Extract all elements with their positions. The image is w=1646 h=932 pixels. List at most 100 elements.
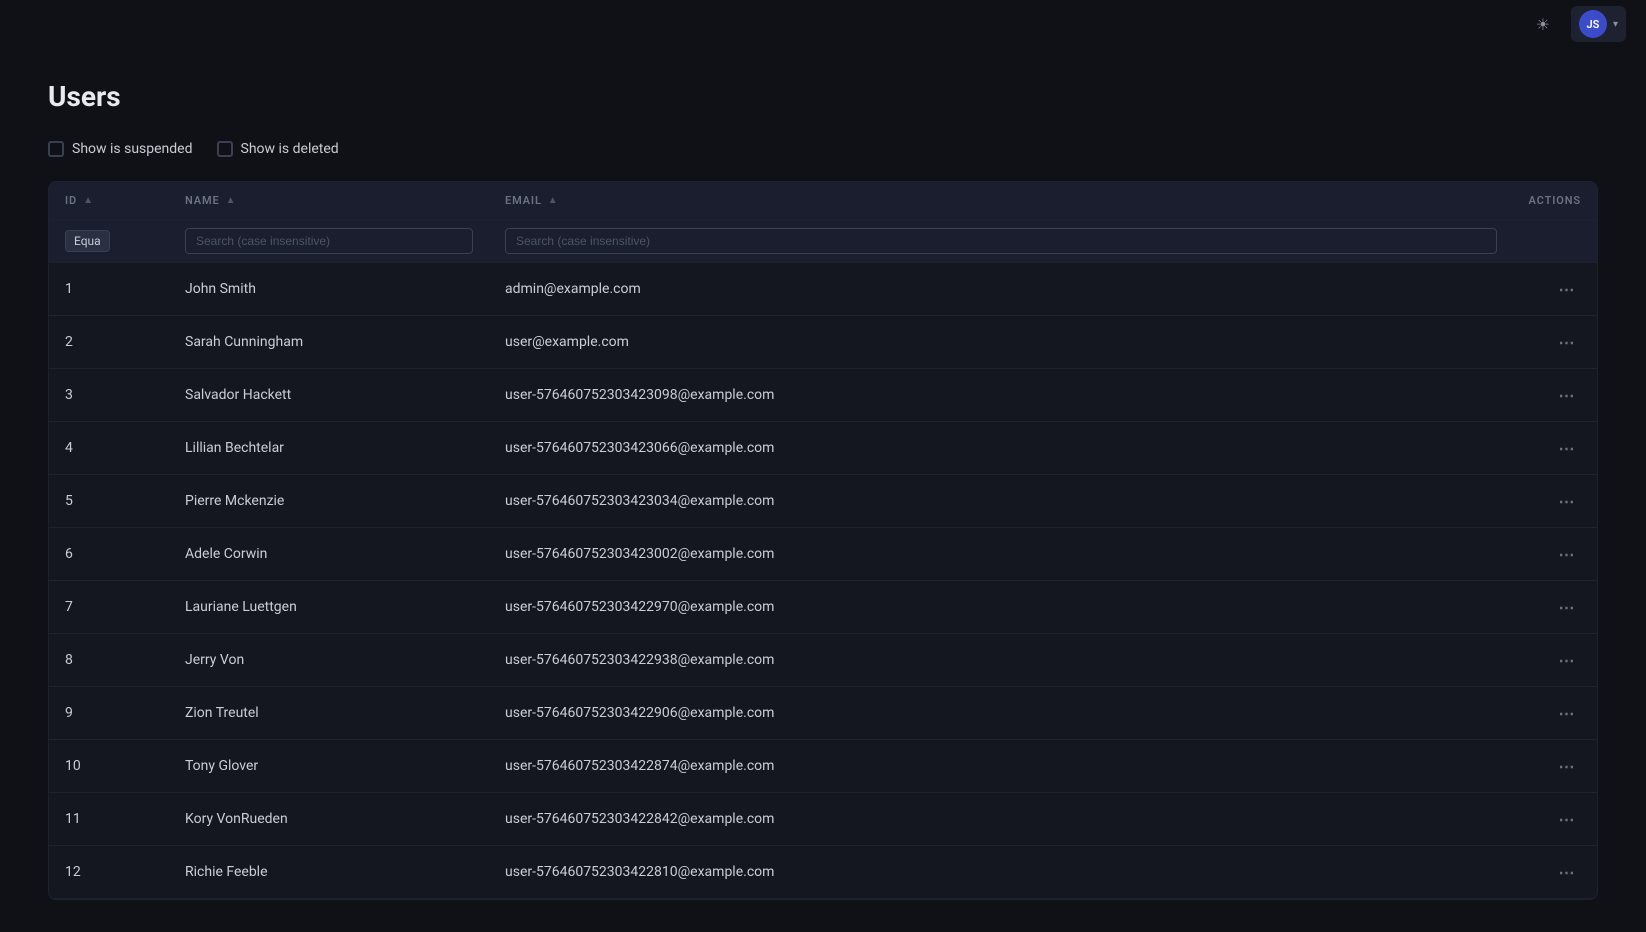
name-sort-icon: ▲ bbox=[226, 195, 237, 206]
id-sort-icon: ▲ bbox=[83, 195, 94, 206]
table-row: 2 Sarah Cunningham user@example.com ⋯ bbox=[49, 316, 1597, 369]
cell-id: 3 bbox=[49, 369, 169, 422]
cell-name: Zion Treutel bbox=[169, 687, 489, 740]
deleted-label: Show is deleted bbox=[241, 141, 339, 157]
show-suspended-filter[interactable]: Show is suspended bbox=[48, 141, 193, 157]
table-filter-row: Equa bbox=[49, 220, 1597, 263]
cell-id: 12 bbox=[49, 846, 169, 899]
cell-id: 11 bbox=[49, 793, 169, 846]
row-actions-button[interactable]: ⋯ bbox=[1553, 381, 1581, 409]
cell-actions: ⋯ bbox=[1513, 263, 1597, 316]
row-actions-button[interactable]: ⋯ bbox=[1553, 646, 1581, 674]
page-title: Users bbox=[48, 80, 1598, 113]
id-filter-badge[interactable]: Equa bbox=[65, 230, 110, 252]
cell-email: user@example.com bbox=[489, 316, 1513, 369]
cell-actions: ⋯ bbox=[1513, 422, 1597, 475]
cell-actions: ⋯ bbox=[1513, 369, 1597, 422]
filters-row: Show is suspended Show is deleted bbox=[48, 141, 1598, 157]
cell-name: Lauriane Luettgen bbox=[169, 581, 489, 634]
cell-email: user-576460752303423034@example.com bbox=[489, 475, 1513, 528]
cell-name: Kory VonRueden bbox=[169, 793, 489, 846]
users-table: ID ▲ NAME ▲ EMAIL ▲ bbox=[49, 182, 1597, 899]
table-row: 11 Kory VonRueden user-57646075230342284… bbox=[49, 793, 1597, 846]
table-row: 3 Salvador Hackett user-5764607523034230… bbox=[49, 369, 1597, 422]
row-actions-button[interactable]: ⋯ bbox=[1553, 540, 1581, 568]
cell-actions: ⋯ bbox=[1513, 316, 1597, 369]
id-filter-cell: Equa bbox=[49, 220, 169, 263]
cell-id: 8 bbox=[49, 634, 169, 687]
row-actions-button[interactable]: ⋯ bbox=[1553, 487, 1581, 515]
row-actions-button[interactable]: ⋯ bbox=[1553, 328, 1581, 356]
email-search-input[interactable] bbox=[505, 228, 1497, 254]
cell-email: admin@example.com bbox=[489, 263, 1513, 316]
cell-id: 7 bbox=[49, 581, 169, 634]
cell-id: 1 bbox=[49, 263, 169, 316]
table-row: 10 Tony Glover user-576460752303422874@e… bbox=[49, 740, 1597, 793]
cell-id: 2 bbox=[49, 316, 169, 369]
cell-name: Sarah Cunningham bbox=[169, 316, 489, 369]
cell-actions: ⋯ bbox=[1513, 581, 1597, 634]
cell-id: 9 bbox=[49, 687, 169, 740]
cell-name: Salvador Hackett bbox=[169, 369, 489, 422]
cell-name: Adele Corwin bbox=[169, 528, 489, 581]
cell-email: user-576460752303422906@example.com bbox=[489, 687, 1513, 740]
table-body: 1 John Smith admin@example.com ⋯ 2 Sarah… bbox=[49, 263, 1597, 899]
row-actions-button[interactable]: ⋯ bbox=[1553, 699, 1581, 727]
users-table-container: ID ▲ NAME ▲ EMAIL ▲ bbox=[48, 181, 1598, 900]
row-actions-button[interactable]: ⋯ bbox=[1553, 805, 1581, 833]
cell-actions: ⋯ bbox=[1513, 634, 1597, 687]
cell-name: Jerry Von bbox=[169, 634, 489, 687]
suspended-checkbox[interactable] bbox=[48, 141, 64, 157]
table-row: 1 John Smith admin@example.com ⋯ bbox=[49, 263, 1597, 316]
cell-name: John Smith bbox=[169, 263, 489, 316]
cell-actions: ⋯ bbox=[1513, 528, 1597, 581]
main-content: Users Show is suspended Show is deleted … bbox=[0, 48, 1646, 932]
cell-actions: ⋯ bbox=[1513, 740, 1597, 793]
email-sort-icon: ▲ bbox=[548, 195, 559, 206]
table-row: 12 Richie Feeble user-576460752303422810… bbox=[49, 846, 1597, 899]
name-filter-cell bbox=[169, 220, 489, 263]
cell-name: Lillian Bechtelar bbox=[169, 422, 489, 475]
cell-actions: ⋯ bbox=[1513, 687, 1597, 740]
row-actions-button[interactable]: ⋯ bbox=[1553, 752, 1581, 780]
column-header-id[interactable]: ID ▲ bbox=[49, 182, 169, 220]
row-actions-button[interactable]: ⋯ bbox=[1553, 858, 1581, 886]
cell-email: user-576460752303422842@example.com bbox=[489, 793, 1513, 846]
name-search-input[interactable] bbox=[185, 228, 473, 254]
theme-toggle-button[interactable]: ☀ bbox=[1527, 8, 1559, 40]
table-row: 6 Adele Corwin user-576460752303423002@e… bbox=[49, 528, 1597, 581]
column-header-email[interactable]: EMAIL ▲ bbox=[489, 182, 1513, 220]
table-row: 7 Lauriane Luettgen user-576460752303422… bbox=[49, 581, 1597, 634]
user-menu-button[interactable]: JS ▾ bbox=[1571, 6, 1626, 42]
cell-email: user-576460752303423002@example.com bbox=[489, 528, 1513, 581]
cell-id: 10 bbox=[49, 740, 169, 793]
cell-id: 5 bbox=[49, 475, 169, 528]
cell-id: 4 bbox=[49, 422, 169, 475]
table-row: 8 Jerry Von user-576460752303422938@exam… bbox=[49, 634, 1597, 687]
show-deleted-filter[interactable]: Show is deleted bbox=[217, 141, 339, 157]
column-header-name[interactable]: NAME ▲ bbox=[169, 182, 489, 220]
chevron-down-icon: ▾ bbox=[1613, 19, 1618, 30]
row-actions-button[interactable]: ⋯ bbox=[1553, 434, 1581, 462]
table-row: 5 Pierre Mckenzie user-57646075230342303… bbox=[49, 475, 1597, 528]
cell-email: user-576460752303422970@example.com bbox=[489, 581, 1513, 634]
email-filter-cell bbox=[489, 220, 1513, 263]
cell-email: user-576460752303423098@example.com bbox=[489, 369, 1513, 422]
table-header-row: ID ▲ NAME ▲ EMAIL ▲ bbox=[49, 182, 1597, 220]
topbar: ☀ JS ▾ bbox=[0, 0, 1646, 48]
row-actions-button[interactable]: ⋯ bbox=[1553, 593, 1581, 621]
cell-email: user-576460752303423066@example.com bbox=[489, 422, 1513, 475]
cell-email: user-576460752303422874@example.com bbox=[489, 740, 1513, 793]
cell-name: Tony Glover bbox=[169, 740, 489, 793]
row-actions-button[interactable]: ⋯ bbox=[1553, 275, 1581, 303]
table-row: 9 Zion Treutel user-576460752303422906@e… bbox=[49, 687, 1597, 740]
cell-id: 6 bbox=[49, 528, 169, 581]
suspended-label: Show is suspended bbox=[72, 141, 193, 157]
cell-actions: ⋯ bbox=[1513, 846, 1597, 899]
deleted-checkbox[interactable] bbox=[217, 141, 233, 157]
table-row: 4 Lillian Bechtelar user-576460752303423… bbox=[49, 422, 1597, 475]
column-header-actions: ACTIONS bbox=[1513, 182, 1597, 220]
cell-name: Pierre Mckenzie bbox=[169, 475, 489, 528]
actions-filter-cell bbox=[1513, 220, 1597, 263]
cell-email: user-576460752303422938@example.com bbox=[489, 634, 1513, 687]
